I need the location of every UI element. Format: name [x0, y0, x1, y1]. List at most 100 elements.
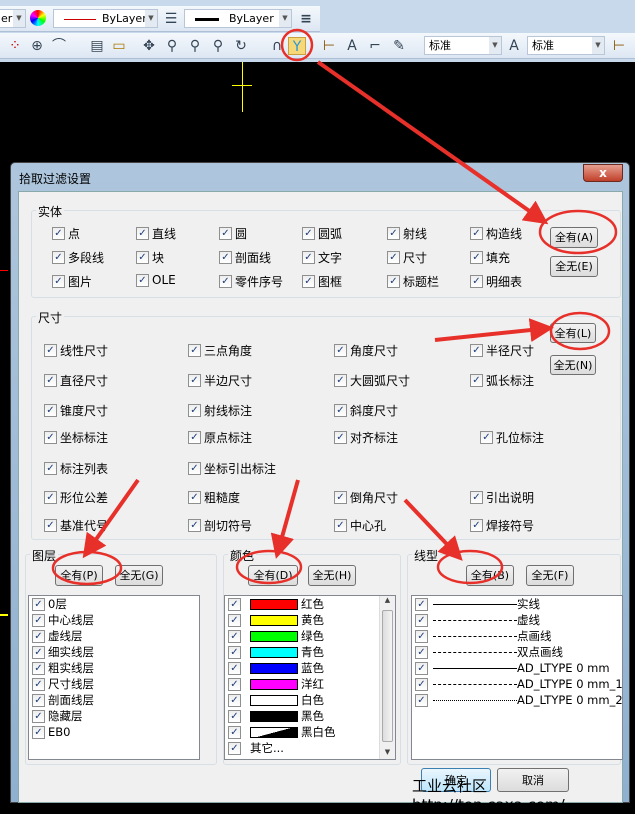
checkbox[interactable]: ✓ [334, 431, 347, 444]
checkbox[interactable]: ✓ [228, 741, 241, 755]
scroll-up-icon[interactable]: ▲ [380, 596, 395, 604]
scroll-down-icon[interactable]: ▼ [380, 748, 395, 756]
linetype-list-item[interactable]: ✓ AD_LTYPE 0 mm_1 [412, 676, 622, 692]
checkbox-item[interactable]: ✓ 坐标引出标注 [188, 460, 276, 477]
chevron-down-icon[interactable]: ▼ [145, 10, 157, 27]
checkbox[interactable]: ✓ [470, 344, 483, 357]
checkbox[interactable]: ✓ [52, 251, 65, 264]
notes-icon[interactable]: ✎ [390, 37, 408, 55]
chevron-down-icon[interactable]: ▼ [13, 10, 25, 27]
color-list-item[interactable]: ✓ 洋红 [225, 676, 395, 692]
layer-list-item[interactable]: ✓ 0层 [29, 596, 199, 612]
checkbox[interactable]: ✓ [32, 597, 45, 611]
scrollbar-thumb[interactable] [382, 610, 393, 742]
checkbox[interactable]: ✓ [44, 431, 57, 444]
checkbox[interactable]: ✓ [32, 629, 45, 643]
layer-list-item[interactable]: ✓ 细实线层 [29, 644, 199, 660]
checkbox-item[interactable]: ✓ 零件序号 [219, 273, 283, 290]
entity-select-none-button[interactable]: 全无(E) [550, 256, 598, 277]
checkbox-item[interactable]: ✓ 构造线 [470, 225, 522, 242]
checkbox[interactable]: ✓ [470, 251, 483, 264]
checkbox-item[interactable]: ✓ 弧长标注 [470, 372, 534, 389]
checkbox[interactable]: ✓ [228, 645, 241, 659]
checkbox[interactable]: ✓ [32, 693, 45, 707]
checkbox[interactable]: ✓ [228, 709, 241, 723]
checkbox[interactable]: ✓ [387, 227, 400, 240]
checkbox[interactable]: ✓ [188, 491, 201, 504]
checkbox[interactable]: ✓ [44, 491, 57, 504]
checkbox-item[interactable]: ✓ 原点标注 [188, 429, 252, 446]
checkbox-item[interactable]: ✓ 明细表 [470, 273, 522, 290]
checkbox[interactable]: ✓ [415, 645, 428, 659]
checkbox[interactable]: ✓ [470, 491, 483, 504]
text-style-icon[interactable]: A [343, 37, 361, 55]
checkbox-item[interactable]: ✓ 直径尺寸 [44, 372, 108, 389]
checkbox[interactable]: ✓ [32, 613, 45, 627]
layer-select-none-button[interactable]: 全无(G) [115, 565, 163, 586]
checkbox-item[interactable]: ✓ 半径尺寸 [470, 342, 534, 359]
arc-icon[interactable]: ⌒ [50, 37, 68, 55]
checkbox-item[interactable]: ✓ 线性尺寸 [44, 342, 108, 359]
dim-style-icon[interactable]: ⊢ [320, 37, 338, 55]
color-combo[interactable]: ByLayer ▼ [53, 9, 158, 28]
linetype-list-item[interactable]: ✓ 实线 [412, 596, 622, 612]
color-list-item[interactable]: ✓ 黄色 [225, 612, 395, 628]
checkbox-item[interactable]: ✓ 大圆弧尺寸 [334, 372, 410, 389]
checkbox-item[interactable]: ✓ 形位公差 [44, 489, 108, 506]
checkbox[interactable]: ✓ [44, 519, 57, 532]
linetype-select-all-button[interactable]: 全有(B) [466, 565, 514, 586]
checkbox[interactable]: ✓ [228, 629, 241, 643]
checkbox-item[interactable]: ✓ 基准代号 [44, 517, 108, 534]
checkbox[interactable]: ✓ [334, 344, 347, 357]
checkbox[interactable]: ✓ [415, 597, 428, 611]
dim-style-combo[interactable]: 标准 ▼ [527, 36, 605, 55]
checkbox[interactable]: ✓ [415, 677, 428, 691]
checkbox[interactable]: ✓ [334, 519, 347, 532]
text-style-combo[interactable]: 标准 ▼ [424, 36, 502, 55]
checkbox-item[interactable]: ✓ 粗糙度 [188, 489, 240, 506]
checkbox[interactable]: ✓ [415, 661, 428, 675]
color-wheel-icon[interactable] [30, 10, 46, 26]
color-list-item[interactable]: ✓ 蓝色 [225, 660, 395, 676]
checkbox-item[interactable]: ✓ 块 [136, 249, 164, 266]
checkbox[interactable]: ✓ [188, 344, 201, 357]
zoom-previous-icon[interactable]: ⚲ [209, 37, 227, 55]
checkbox-item[interactable]: ✓ 锥度尺寸 [44, 402, 108, 419]
color-list-item[interactable]: ✓ 黑白色 [225, 724, 395, 740]
checkbox-item[interactable]: ✓ 多段线 [52, 249, 104, 266]
layer-list-item[interactable]: ✓ EB0 [29, 724, 199, 740]
zoom-window-icon[interactable]: ⚲ [186, 37, 204, 55]
checkbox[interactable]: ✓ [188, 431, 201, 444]
color-list-item[interactable]: ✓ 黑色 [225, 708, 395, 724]
checkbox-item[interactable]: ✓ 标题栏 [387, 273, 439, 290]
checkbox-item[interactable]: ✓ 剖面线 [219, 249, 271, 266]
layer-list-item[interactable]: ✓ 中心线层 [29, 612, 199, 628]
checkbox-item[interactable]: ✓ 射线标注 [188, 402, 252, 419]
checkbox-item[interactable]: ✓ 斜度尺寸 [334, 402, 398, 419]
checkbox[interactable]: ✓ [32, 709, 45, 723]
checkbox-item[interactable]: ✓ 图框 [302, 273, 342, 290]
checkbox[interactable]: ✓ [334, 491, 347, 504]
checkbox[interactable]: ✓ [334, 404, 347, 417]
checkbox[interactable]: ✓ [470, 227, 483, 240]
checkbox[interactable]: ✓ [470, 519, 483, 532]
linetype-select-none-button[interactable]: 全无(F) [526, 565, 574, 586]
text-style-icon[interactable]: A [505, 37, 523, 55]
checkbox[interactable]: ✓ [228, 693, 241, 707]
dim-style-icon[interactable]: ⊢ [610, 37, 628, 55]
checkbox[interactable]: ✓ [387, 275, 400, 288]
checkbox[interactable]: ✓ [228, 613, 241, 627]
checkbox-item[interactable]: ✓ 倒角尺寸 [334, 489, 398, 506]
color-select-none-button[interactable]: 全无(H) [308, 565, 356, 586]
checkbox-item[interactable]: ✓ 图片 [52, 273, 92, 290]
checkbox-item[interactable]: ✓ 直线 [136, 225, 176, 242]
checkbox[interactable]: ✓ [188, 374, 201, 387]
checkbox-item[interactable]: ✓ 填充 [470, 249, 510, 266]
linetype-list-item[interactable]: ✓ AD_LTYPE 0 mm_2 [412, 692, 622, 708]
layer-list-item[interactable]: ✓ 尺寸线层 [29, 676, 199, 692]
color-list-item[interactable]: ✓ 绿色 [225, 628, 395, 644]
layer-list-item[interactable]: ✓ 剖面线层 [29, 692, 199, 708]
checkbox-item[interactable]: ✓ 尺寸 [387, 249, 427, 266]
checkbox-item[interactable]: ✓ 焊接符号 [470, 517, 534, 534]
checkbox-item[interactable]: ✓ 圆弧 [302, 225, 342, 242]
